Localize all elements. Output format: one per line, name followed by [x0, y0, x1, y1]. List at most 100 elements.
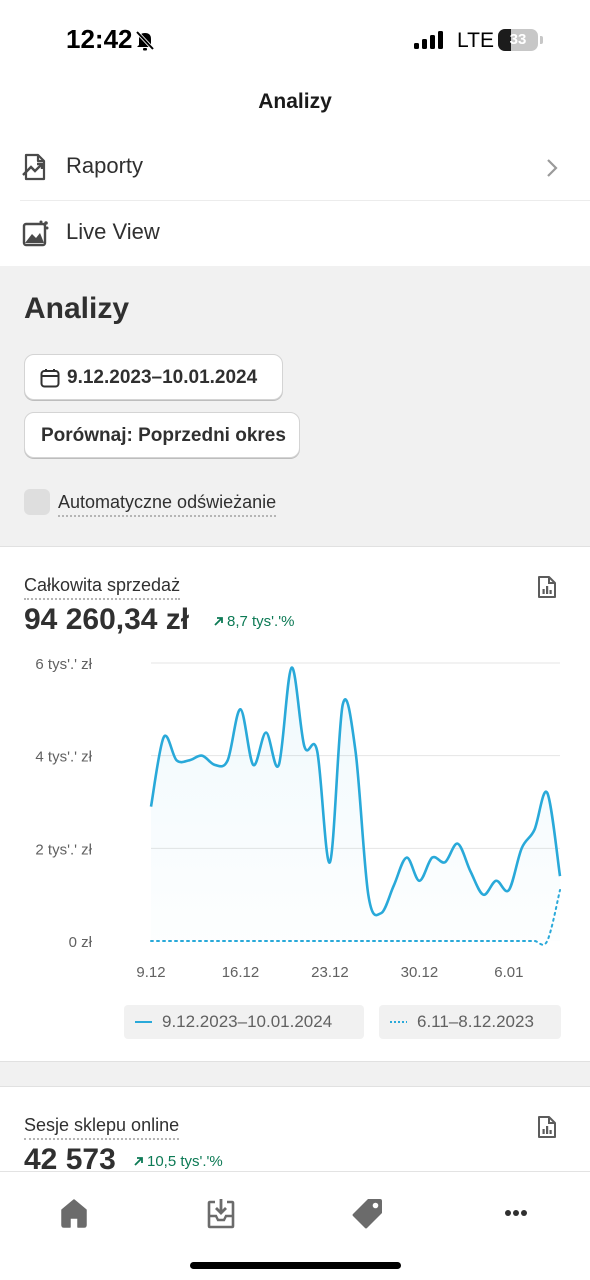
page-title: Analizy	[258, 90, 332, 113]
y-tick-label: 6 tys'.' zł	[35, 656, 92, 673]
data-point-series-0	[301, 743, 307, 749]
arrow-up-right-icon	[134, 1157, 143, 1166]
data-point-series-0	[365, 892, 371, 898]
data-point-series-0	[212, 762, 218, 768]
data-point-series-1	[148, 938, 154, 944]
data-point-series-0	[263, 730, 269, 736]
data-point-series-0	[378, 910, 384, 916]
legend-current-period[interactable]: 9.12.2023–10.01.2024	[124, 1005, 364, 1039]
status-bar: 12:42 LTE 33	[0, 0, 590, 80]
data-point-series-0	[557, 873, 563, 879]
legend-label: 9.12.2023–10.01.2024	[162, 1012, 333, 1031]
data-point-series-1	[225, 938, 231, 944]
data-point-series-1	[340, 938, 346, 944]
date-range-label: 9.12.2023–10.01.2024	[67, 367, 258, 388]
data-point-series-1	[519, 938, 525, 944]
data-point-series-1	[174, 938, 180, 944]
cellular-signal-icon	[414, 31, 443, 49]
home-icon	[61, 1199, 87, 1228]
data-point-series-0	[353, 748, 359, 754]
battery-nub	[540, 36, 543, 44]
data-point-series-1	[416, 938, 422, 944]
data-point-series-1	[276, 938, 282, 944]
data-point-series-1	[442, 938, 448, 944]
data-point-series-0	[174, 757, 180, 763]
data-point-series-0	[276, 762, 282, 768]
data-point-series-1	[327, 938, 333, 944]
series-area-fill	[151, 667, 560, 941]
app-screen: 12:42 LTE 33 Analizy Raporty Live View A…	[0, 0, 590, 1280]
data-point-series-1	[289, 938, 295, 944]
data-point-series-1	[353, 938, 359, 944]
data-point-series-1	[237, 938, 243, 944]
battery-level: 33	[509, 31, 527, 48]
data-point-series-0	[186, 757, 192, 763]
data-point-series-0	[519, 845, 525, 851]
bell-muted-icon	[135, 30, 155, 51]
legend-swatch-dotted	[390, 1021, 407, 1023]
card-title[interactable]: Sesje sklepu online	[24, 1115, 180, 1140]
date-range-button[interactable]: 9.12.2023–10.01.2024	[24, 354, 283, 400]
legend-swatch-solid	[135, 1021, 152, 1023]
report-chart-icon	[22, 153, 46, 181]
menu-item-live-view[interactable]: Live View	[0, 200, 590, 266]
status-time: 12:42	[66, 24, 133, 54]
data-point-series-0	[148, 804, 154, 810]
tab-more[interactable]	[486, 1192, 546, 1232]
data-point-series-1	[429, 938, 435, 944]
data-point-series-1	[250, 938, 256, 944]
y-tick-label: 4 tys'.' zł	[35, 749, 92, 766]
data-point-series-0	[161, 734, 167, 740]
data-point-series-0	[493, 878, 499, 884]
data-point-series-1	[161, 938, 167, 944]
x-tick-label: 16.12	[222, 964, 260, 981]
data-point-series-1	[544, 938, 550, 944]
data-point-series-0	[468, 869, 474, 875]
compare-button[interactable]: Porównaj: Poprzedni okres	[24, 412, 300, 458]
compare-label: Porównaj: Poprzedni okres	[41, 425, 286, 446]
data-point-series-0	[199, 753, 205, 759]
sessions-delta-badge: 10,5 tys'.'%	[134, 1153, 223, 1170]
auto-refresh-label: Automatyczne odświeżanie	[58, 492, 277, 517]
chevron-right-icon	[547, 159, 558, 177]
data-point-series-0	[544, 790, 550, 796]
data-point-series-1	[455, 938, 461, 944]
data-point-series-1	[531, 938, 537, 944]
data-point-series-1	[314, 938, 320, 944]
analytics-title: Analizy	[24, 292, 130, 325]
battery-icon: 33	[498, 29, 538, 51]
network-type: LTE	[457, 29, 494, 52]
legend-previous-period[interactable]: 6.11–8.12.2023	[379, 1005, 561, 1039]
calendar-icon	[40, 369, 60, 388]
data-point-series-0	[340, 702, 346, 708]
y-tick-label: 2 tys'.' zł	[35, 841, 92, 858]
data-point-series-0	[455, 841, 461, 847]
data-point-series-1	[493, 938, 499, 944]
data-point-series-0	[531, 827, 537, 833]
tab-products[interactable]	[338, 1192, 398, 1232]
menu-item-label: Raporty	[66, 153, 144, 178]
data-point-series-0	[404, 855, 410, 861]
legend-label: 6.11–8.12.2023	[417, 1012, 534, 1031]
data-point-series-1	[557, 887, 563, 893]
tab-orders[interactable]	[191, 1192, 251, 1232]
data-point-series-1	[301, 938, 307, 944]
data-point-series-1	[378, 938, 384, 944]
data-point-series-1	[468, 938, 474, 944]
data-point-series-0	[391, 882, 397, 888]
sales-line-chart[interactable]: 0 zł 2 tys'.' zł 4 tys'.' zł 6 tys'.' zł 9.1…	[0, 547, 590, 997]
data-point-series-0	[225, 757, 231, 763]
data-point-series-1	[365, 938, 371, 944]
menu-item-reports[interactable]: Raporty	[0, 134, 590, 200]
data-point-series-0	[416, 878, 422, 884]
data-point-series-0	[289, 665, 295, 671]
data-point-series-1	[186, 938, 192, 944]
products-tag-icon	[352, 1199, 382, 1229]
auto-refresh-checkbox[interactable]	[24, 489, 50, 515]
data-point-series-0	[442, 859, 448, 865]
data-point-series-1	[480, 938, 486, 944]
report-icon[interactable]	[537, 1115, 557, 1139]
x-tick-label: 6.01	[494, 964, 523, 981]
tab-home[interactable]	[44, 1192, 104, 1232]
total-sales-card[interactable]: Całkowita sprzedaż 94 260,34 zł 8,7 tys'…	[0, 546, 590, 1062]
